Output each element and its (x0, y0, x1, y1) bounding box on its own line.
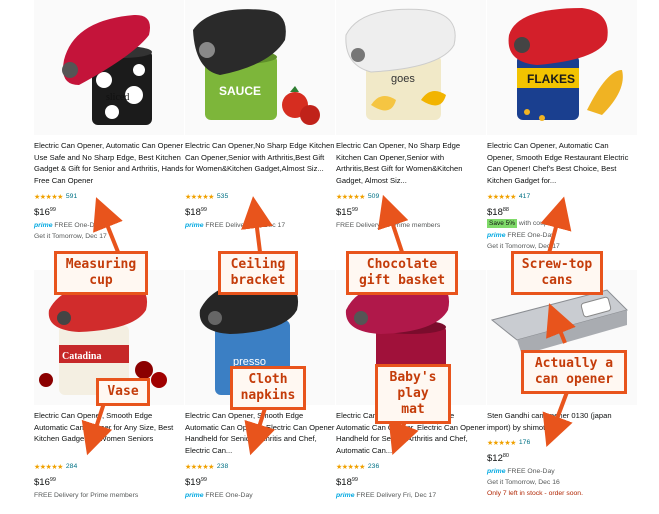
price: $1899 (336, 477, 358, 488)
svg-text:sliced: sliced (106, 92, 129, 103)
prime-delivery: prime FREE Delivery Fri, Dec 17 (336, 492, 437, 499)
svg-text:SAUCE: SAUCE (219, 84, 261, 98)
delivery-date: Get it Tomorrow, Dec 17 (34, 233, 107, 240)
annotation-label: Ceiling bracket (218, 251, 298, 295)
review-count[interactable]: 509 (368, 193, 379, 200)
prime-icon: prime (336, 492, 355, 499)
review-count[interactable]: 417 (519, 193, 530, 200)
svg-text:goes: goes (391, 73, 415, 85)
price: $1699 (34, 477, 56, 488)
price: $1699 (34, 207, 56, 218)
annotation-label: Measuring cup (54, 251, 148, 295)
annotation-label: Actually a can opener (521, 350, 627, 394)
price: $1899 (185, 207, 207, 218)
annotation-label: Screw-top cans (511, 251, 603, 295)
stars-icon: ★★★★★ (185, 193, 214, 201)
coupon[interactable]: Save 5% with coupon (487, 219, 555, 228)
stars-icon: ★★★★★ (336, 193, 365, 201)
rating[interactable]: ★★★★★ 535 (185, 192, 228, 201)
stars-icon: ★★★★★ (487, 193, 516, 201)
stars-icon: ★★★★★ (34, 463, 63, 471)
product-title[interactable]: Electric Can Opener, No Sharp Edge Kitch… (336, 140, 486, 186)
arrow-measuring-cup (93, 197, 123, 253)
svg-text:Catadina: Catadina (62, 351, 101, 362)
product-image[interactable]: sliced (34, 0, 184, 135)
product-image[interactable]: goes (336, 0, 486, 135)
delivery-date: Get it Tomorrow, Dec 16 (487, 479, 560, 486)
review-count[interactable]: 284 (66, 463, 77, 470)
rating[interactable]: ★★★★★ 238 (185, 462, 228, 471)
product-title[interactable]: Electric Can Opener, Automatic Can Opene… (34, 140, 184, 186)
product-title[interactable]: Electric Can Opener,No Sharp Edge Kitche… (185, 140, 335, 175)
review-count[interactable]: 176 (519, 439, 530, 446)
product-title[interactable]: Electric Can Opener, Smooth Edge Automat… (34, 410, 184, 445)
price: $1599 (336, 207, 358, 218)
stars-icon: ★★★★★ (336, 463, 365, 471)
review-count[interactable]: 591 (66, 193, 77, 200)
prime-delivery: prime FREE One-Day (487, 232, 555, 239)
rating[interactable]: ★★★★★ 236 (336, 462, 379, 471)
prime-icon: prime (34, 222, 53, 229)
price: $1280 (487, 453, 509, 464)
rating[interactable]: ★★★★★ 509 (336, 192, 379, 201)
prime-delivery: prime FREE One-Day (34, 222, 102, 229)
rating[interactable]: ★★★★★ 176 (487, 438, 530, 447)
product-title[interactable]: Electric Can Opener, Smooth Edge Automat… (185, 410, 335, 456)
review-count[interactable]: 236 (368, 463, 379, 470)
delivery-note: FREE Delivery for Prime members (336, 222, 441, 229)
stars-icon: ★★★★★ (487, 439, 516, 447)
product-title[interactable]: Sten Gandhi can opener 0130 (japan impor… (487, 410, 637, 433)
prime-icon: prime (487, 468, 506, 475)
annotation-label: Cloth napkins (230, 366, 306, 410)
product-image[interactable]: FLAKES (487, 0, 637, 135)
price: $1999 (185, 477, 207, 488)
annotation-label: Vase (96, 378, 150, 406)
product-image[interactable]: SAUCE (185, 0, 335, 135)
prime-icon: prime (185, 222, 204, 229)
arrow-ceiling-bracket (241, 196, 273, 253)
prime-delivery: prime FREE One-Day (487, 468, 555, 475)
price: $1888 (487, 207, 509, 218)
prime-icon: prime (487, 232, 506, 239)
product-title[interactable]: Electric Can Opener, Automatic Can Opene… (487, 140, 637, 186)
search-results-page: sliced Electric Can Opener, Automatic Ca… (0, 0, 659, 514)
review-count[interactable]: 238 (217, 463, 228, 470)
annotation-label: Baby's play mat (375, 364, 451, 424)
stock-warning: Only 7 left in stock - order soon. (487, 490, 583, 497)
rating[interactable]: ★★★★★ 284 (34, 462, 77, 471)
review-count[interactable]: 535 (217, 193, 228, 200)
svg-text:FLAKES: FLAKES (527, 72, 575, 86)
prime-delivery: prime FREE One-Day (185, 492, 253, 499)
rating[interactable]: ★★★★★ 591 (34, 192, 77, 201)
delivery-note: FREE Delivery for Prime members (34, 492, 139, 499)
arrow-chocolate-basket (377, 194, 409, 253)
stars-icon: ★★★★★ (34, 193, 63, 201)
delivery-date: Get it Tomorrow, Dec 17 (487, 243, 560, 250)
annotation-label: Chocolate gift basket (346, 251, 458, 295)
save-badge: Save 5% (487, 219, 518, 228)
stars-icon: ★★★★★ (185, 463, 214, 471)
prime-icon: prime (185, 492, 204, 499)
prime-delivery: prime FREE Delivery Fri, Dec 17 (185, 222, 286, 229)
rating[interactable]: ★★★★★ 417 (487, 192, 530, 201)
